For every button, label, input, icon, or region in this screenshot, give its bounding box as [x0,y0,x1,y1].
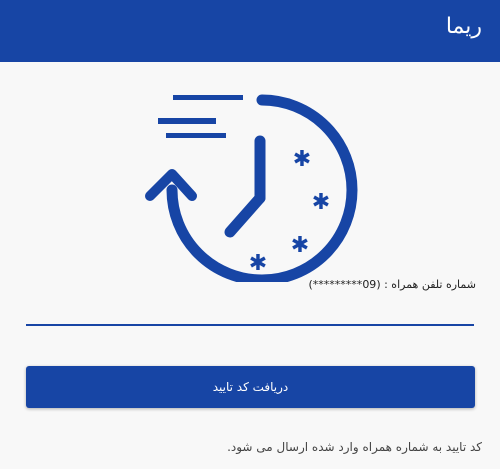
app-title: ریما [445,14,482,39]
svg-text:✱: ✱ [293,147,311,172]
app-bar: ریما [0,0,500,62]
phone-label: شماره تلفن همراه : (09*********) [308,278,476,291]
svg-text:✱: ✱ [249,251,267,276]
phone-input[interactable] [26,298,474,326]
login-form: ✱ ✱ ✱ ✱ شماره تلفن همراه : (09*********)… [0,62,500,469]
clock-history-icon: ✱ ✱ ✱ ✱ [145,94,358,282]
svg-text:✱: ✱ [291,233,309,258]
get-code-button[interactable]: دریافت کد تایید [26,366,475,408]
hint-text: کد تایید به شماره همراه وارد شده ارسال م… [227,440,482,454]
svg-text:✱: ✱ [312,190,330,215]
